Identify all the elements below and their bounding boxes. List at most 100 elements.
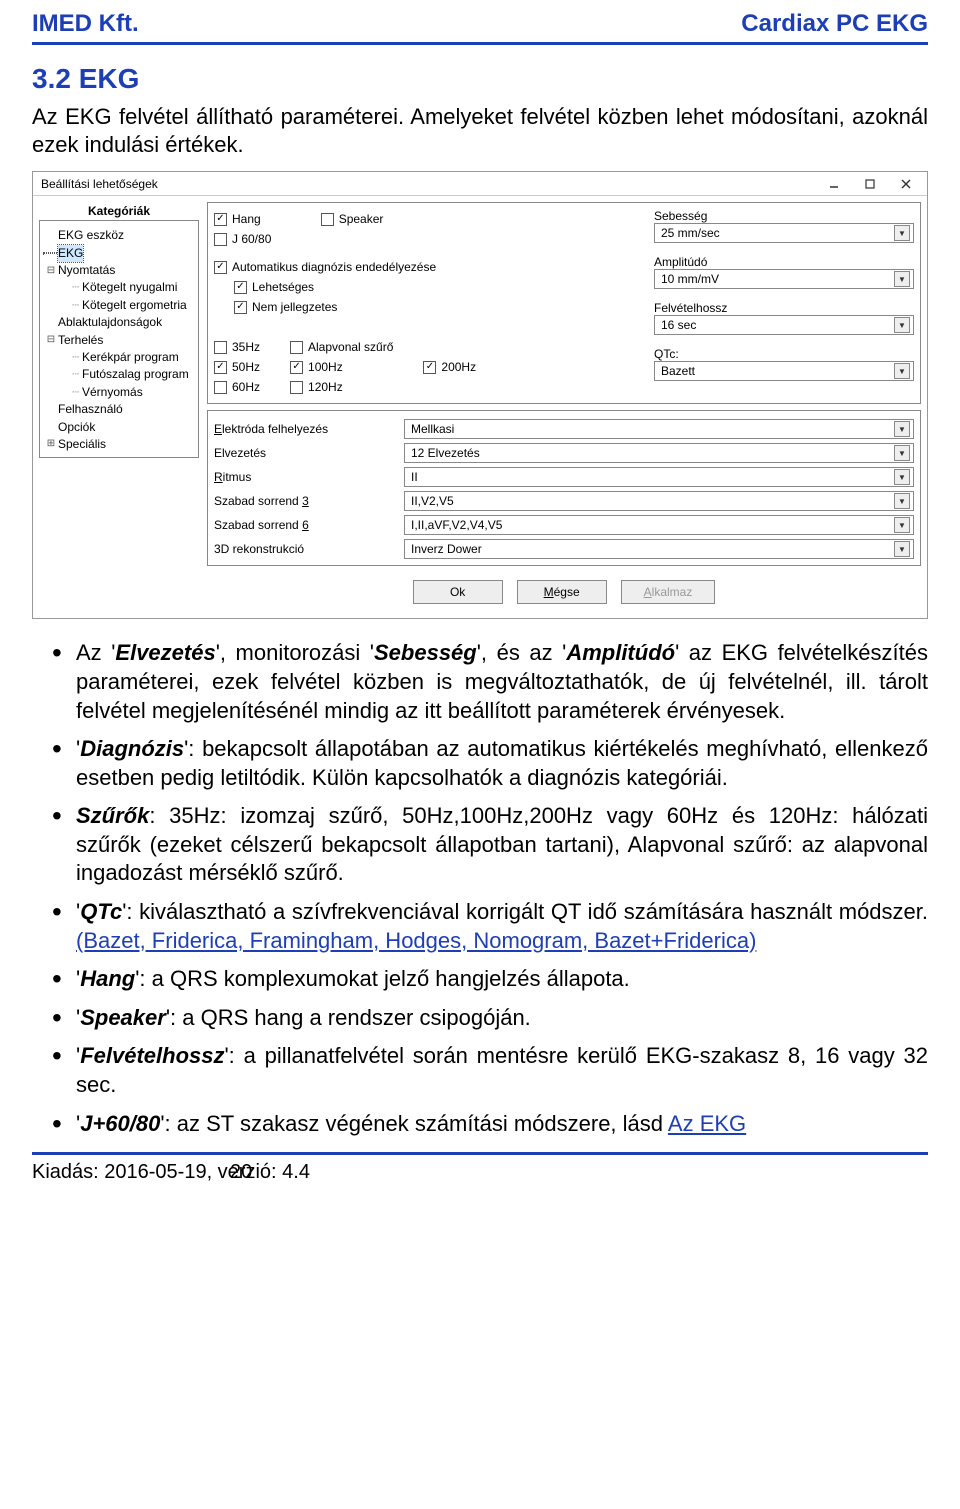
recordlen-value: 16 sec <box>661 318 696 332</box>
window-minimize-button[interactable] <box>817 175 851 193</box>
bottom-options-panel: Elektróda felhelyezésMellkasi▼Elvezetés1… <box>207 410 921 566</box>
nemjell-checkbox[interactable]: ✓ Nem jellegzetes <box>214 297 644 317</box>
filter-label: 60Hz <box>232 380 260 394</box>
option-label: Szabad sorrend 3 <box>214 494 394 508</box>
tree-item-ekg-eszköz[interactable]: EKG eszköz <box>42 227 196 244</box>
option-combobox[interactable]: Mellkasi▼ <box>404 419 914 439</box>
tree-item-kerékpár-program[interactable]: ┄Kerékpár program <box>42 349 196 366</box>
apply-button[interactable]: Alkalmaz <box>621 580 716 604</box>
speaker-label: Speaker <box>339 212 384 226</box>
tree-item-label: EKG eszköz <box>58 227 124 244</box>
qtc-combobox[interactable]: Bazett ▼ <box>654 361 914 381</box>
option-combobox[interactable]: I,II,aVF,V2,V4,V5▼ <box>404 515 914 535</box>
tree-item-kötegelt-ergometria[interactable]: ┄Kötegelt ergometria <box>42 297 196 314</box>
chevron-down-icon: ▼ <box>894 541 910 557</box>
tree-item-nyomtatás[interactable]: ⊟Nyomtatás <box>42 262 196 279</box>
section-intro: Az EKG felvétel állítható paraméterei. A… <box>32 103 928 159</box>
option-value: II,V2,V5 <box>411 494 454 508</box>
hang-checkbox[interactable]: ✓ Hang <box>214 209 261 229</box>
doc-link[interactable]: (Bazet, Friderica, Framingham, Hodges, N… <box>76 928 756 953</box>
ok-button[interactable]: Ok <box>413 580 503 604</box>
filter-alapvonal-szűrő-checkbox[interactable]: Alapvonal szűrő <box>290 337 393 357</box>
option-row-3d-rekonstrukció: 3D rekonstrukció Inverz Dower▼ <box>214 537 914 561</box>
cancel-button[interactable]: Mégse <box>517 580 607 604</box>
tree-item-ekg[interactable]: EKG <box>42 245 196 262</box>
description-item: Szűrők: 35Hz: izomzaj szűrő, 50Hz,100Hz,… <box>52 802 928 888</box>
recordlen-combobox[interactable]: 16 sec ▼ <box>654 315 914 335</box>
option-value: I,II,aVF,V2,V4,V5 <box>411 518 502 532</box>
option-label: 3D rekonstrukció <box>214 542 394 556</box>
footer-page: 20 <box>230 1161 252 1184</box>
option-combobox[interactable]: II,V2,V5 ▼ <box>404 491 914 511</box>
checkbox-icon <box>290 381 303 394</box>
filter-200hz-checkbox[interactable]: ✓200Hz <box>423 357 476 377</box>
description-item: 'J+60/80': az ST szakasz végének számítá… <box>52 1110 928 1139</box>
checkbox-icon <box>214 341 227 354</box>
option-row-elektróda-felhelyezés: Elektróda felhelyezésMellkasi▼ <box>214 417 914 441</box>
tree-item-label: EKG <box>58 245 83 262</box>
category-tree[interactable]: EKG eszközEKG⊟Nyomtatás┄Kötegelt nyugalm… <box>39 220 199 458</box>
j6080-checkbox[interactable]: J 60/80 <box>214 229 644 249</box>
hang-label: Hang <box>232 212 261 226</box>
option-combobox[interactable]: 12 Elvezetés▼ <box>404 443 914 463</box>
chevron-down-icon: ▼ <box>894 493 910 509</box>
dialog-title: Beállítási lehetőségek <box>41 177 158 191</box>
tree-item-label: Vérnyomás <box>82 384 143 401</box>
speed-combobox[interactable]: 25 mm/sec ▼ <box>654 223 914 243</box>
lehetseges-checkbox[interactable]: ✓ Lehetséges <box>214 277 644 297</box>
section-title: 3.2 EKG <box>32 63 928 95</box>
filter-120hz-checkbox[interactable]: 120Hz <box>290 377 393 397</box>
amplitude-value: 10 mm/mV <box>661 272 719 286</box>
filter-100hz-checkbox[interactable]: ✓100Hz <box>290 357 393 377</box>
tree-item-vérnyomás[interactable]: ┄Vérnyomás <box>42 384 196 401</box>
amplitude-combobox[interactable]: 10 mm/mV ▼ <box>654 269 914 289</box>
tree-item-label: Opciók <box>58 419 95 436</box>
checkbox-icon <box>321 213 334 226</box>
description-item: 'Diagnózis': bekapcsolt állapotában az a… <box>52 735 928 792</box>
doc-header: IMED Kft. Cardiax PC EKG <box>32 0 928 45</box>
speaker-checkbox[interactable]: Speaker <box>321 209 384 229</box>
option-value: II <box>411 470 418 484</box>
window-close-button[interactable] <box>889 175 923 193</box>
description-list: Az 'Elvezetés', monitorozási 'Sebesség',… <box>32 639 928 1138</box>
tree-item-speciális[interactable]: ⊞Speciális <box>42 436 196 453</box>
tree-item-ablaktulajdonságok[interactable]: Ablaktulajdonságok <box>42 314 196 331</box>
tree-expander-icon: ⊞ <box>44 437 58 452</box>
qtc-value: Bazett <box>661 364 695 378</box>
header-left: IMED Kft. <box>32 10 139 38</box>
checkbox-icon: ✓ <box>214 361 227 374</box>
j6080-label: J 60/80 <box>232 232 271 246</box>
option-combobox[interactable]: II▼ <box>404 467 914 487</box>
option-row-szabad-sorrend-6: Szabad sorrend 6 I,II,aVF,V2,V4,V5▼ <box>214 513 914 537</box>
tree-item-terhelés[interactable]: ⊟Terhelés <box>42 332 196 349</box>
doc-link[interactable]: Az EKG <box>668 1111 746 1136</box>
lehetseges-label: Lehetséges <box>252 280 314 294</box>
tree-item-kötegelt-nyugalmi[interactable]: ┄Kötegelt nyugalmi <box>42 279 196 296</box>
filter-60hz-checkbox[interactable]: 60Hz <box>214 377 260 397</box>
chevron-down-icon: ▼ <box>894 421 910 437</box>
description-item: 'QTc': kiválasztható a szívfrekvenciával… <box>52 898 928 955</box>
header-right: Cardiax PC EKG <box>741 10 928 38</box>
tree-item-futószalag-program[interactable]: ┄Futószalag program <box>42 366 196 383</box>
tree-item-opciók[interactable]: Opciók <box>42 419 196 436</box>
checkbox-icon: ✓ <box>234 281 247 294</box>
filter-35hz-checkbox[interactable]: 35Hz <box>214 337 260 357</box>
filter-label: 120Hz <box>308 380 343 394</box>
doc-footer: Kiadás: 2016-05-19, verzió: 4.4 20 <box>32 1152 928 1198</box>
tree-item-felhasználó[interactable]: Felhasználó <box>42 401 196 418</box>
checkbox-icon <box>214 233 227 246</box>
tree-item-label: Futószalag program <box>82 366 189 383</box>
titlebar: Beállítási lehetőségek <box>33 172 927 196</box>
autodiag-checkbox[interactable]: ✓ Automatikus diagnózis endedélyezése <box>214 257 644 277</box>
option-combobox[interactable]: Inverz Dower▼ <box>404 539 914 559</box>
filter-label: 100Hz <box>308 360 343 374</box>
speed-value: 25 mm/sec <box>661 226 720 240</box>
window-maximize-button[interactable] <box>853 175 887 193</box>
tree-item-label: Terhelés <box>58 332 103 349</box>
tree-item-label: Nyomtatás <box>58 262 115 279</box>
description-item: 'Speaker': a QRS hang a rendszer csipogó… <box>52 1004 928 1033</box>
chevron-down-icon: ▼ <box>894 363 910 379</box>
option-label: Szabad sorrend 6 <box>214 518 394 532</box>
filter-50hz-checkbox[interactable]: ✓50Hz <box>214 357 260 377</box>
tree-header: Kategóriák <box>39 202 199 220</box>
